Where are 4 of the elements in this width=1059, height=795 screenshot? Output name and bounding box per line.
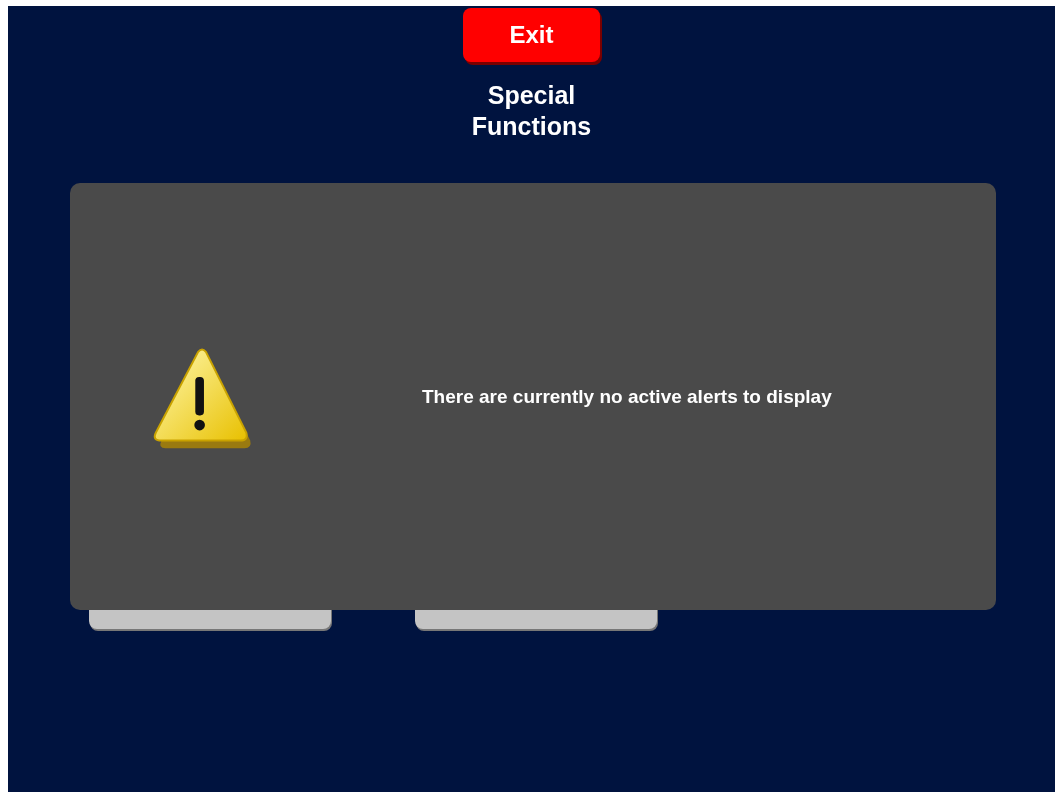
exit-button[interactable]: Exit	[463, 8, 600, 62]
page-title: Special	[486, 80, 577, 111]
alert-message: There are currently no active alerts to display	[422, 385, 832, 408]
page-title: Functions	[471, 111, 592, 142]
